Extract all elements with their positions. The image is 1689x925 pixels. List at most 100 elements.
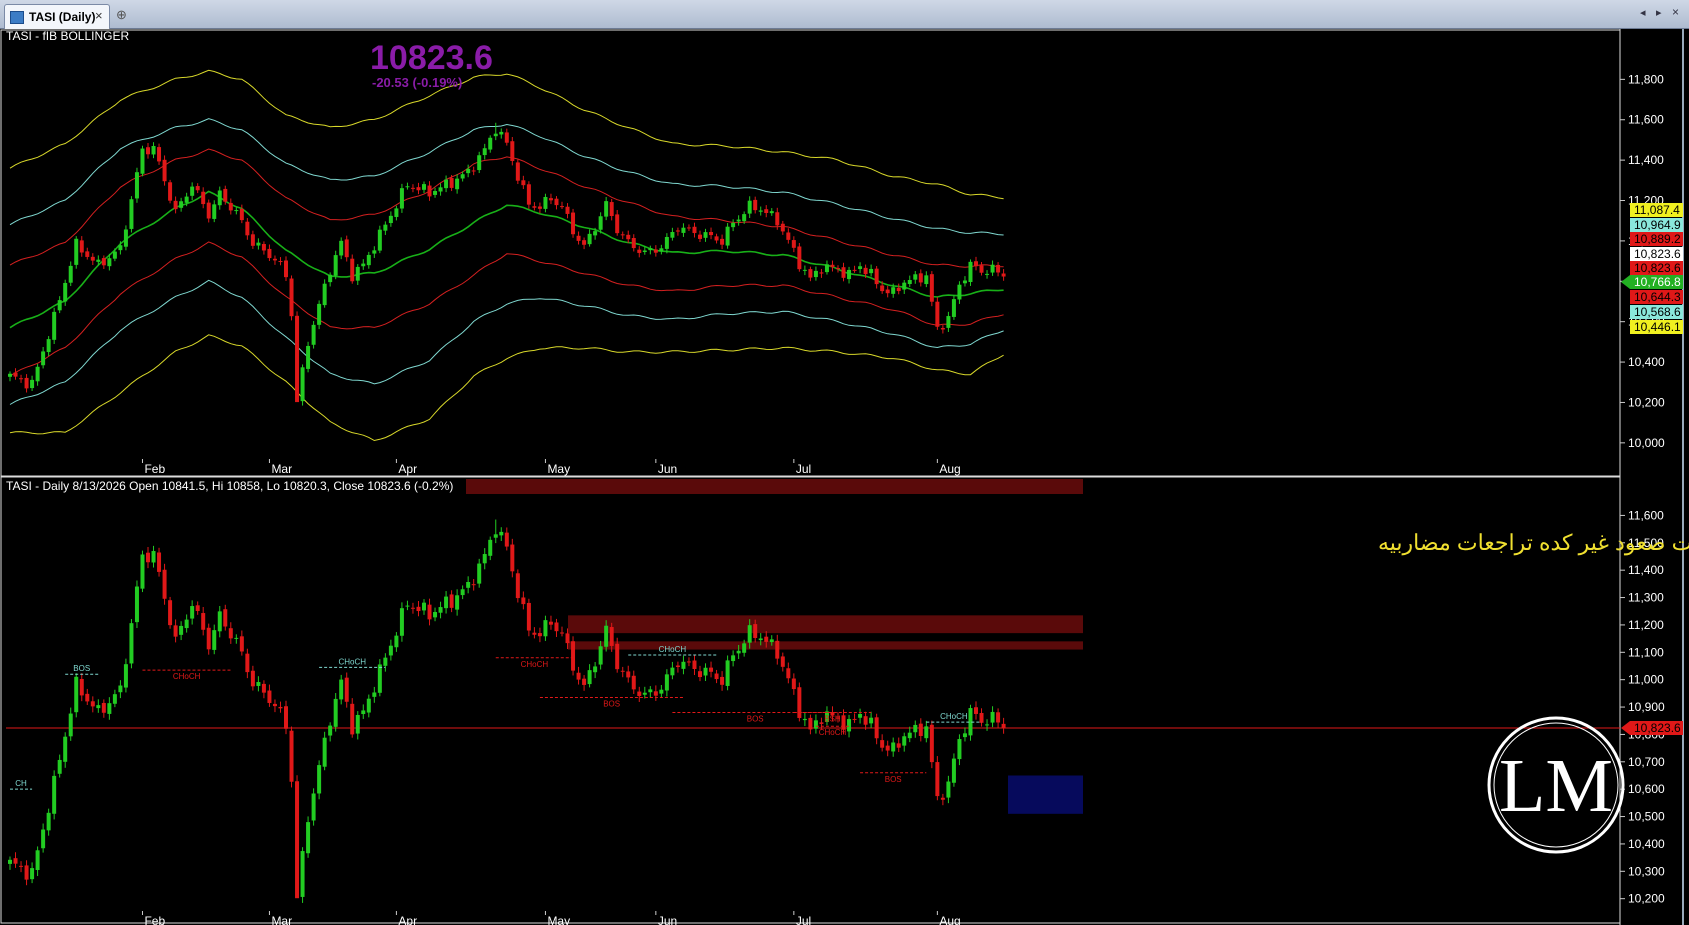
top-candle [256, 242, 261, 246]
top-candle [195, 186, 200, 191]
chart-canvas[interactable]: 11,80011,60011,40011,20011,00010,80010,6… [0, 29, 1689, 925]
top-candle [68, 265, 73, 283]
top-candle [383, 224, 388, 231]
bottom-candle [907, 732, 912, 739]
top-candle [560, 206, 564, 208]
top-candle [455, 178, 460, 190]
top-candle [521, 180, 526, 186]
bottom-candle [444, 596, 449, 609]
bottom-candle [477, 563, 482, 584]
top-candle [913, 274, 918, 280]
bottom-candle [162, 569, 167, 599]
bottom-candle [90, 701, 95, 707]
top-candle [261, 244, 266, 251]
top-candle [764, 209, 769, 213]
bottom-candle [212, 630, 217, 650]
band-value-tag: 10,766.8 [1634, 275, 1681, 289]
bottom-candle [24, 865, 29, 880]
bottom-candle [168, 600, 173, 626]
top-candle [234, 210, 239, 212]
structure-label: CHoCH [521, 660, 549, 669]
scroll-left-icon[interactable]: ◂ [1640, 6, 1646, 19]
top-candle [675, 230, 680, 232]
top-candle [134, 172, 139, 199]
big-price: 10823.6 [370, 39, 493, 77]
bottom-x-tick-label: May [547, 914, 570, 925]
bottom-candle [422, 602, 426, 611]
top-candle [686, 227, 691, 229]
top-candle [515, 162, 520, 181]
top-candle [979, 265, 984, 273]
top-candle [565, 206, 570, 214]
bottom-candle [929, 724, 934, 763]
bottom-candle [858, 714, 863, 718]
top-candle [267, 248, 272, 259]
top-candle [554, 198, 559, 206]
bottom-candle [675, 665, 680, 668]
chart-tab[interactable]: TASI (Daily) × [4, 4, 110, 29]
top-candle [692, 226, 697, 234]
bottom-y-tick-label: 11,600 [1628, 508, 1664, 522]
bottom-candle [377, 664, 382, 693]
bottom-candle [278, 706, 283, 709]
top-x-tick-label: Jun [658, 462, 677, 476]
bottom-candle [267, 690, 272, 703]
top-candle [322, 283, 327, 306]
bottom-candle [466, 582, 471, 588]
top-candle [179, 201, 184, 208]
bottom-candle [30, 868, 35, 880]
top-candle [35, 366, 40, 382]
top-candle [438, 187, 443, 192]
bottom-candle [918, 723, 923, 736]
top-candle [609, 202, 614, 217]
band-value-tag: 10,644.3 [1634, 290, 1681, 304]
band-value-tag: 10,446.1 [1634, 320, 1681, 334]
bottom-candle [957, 739, 962, 760]
bottom-y-tick-label: 10,500 [1628, 810, 1665, 824]
bottom-candle [234, 637, 239, 639]
bottom-candle [272, 703, 277, 707]
bottom-candle [107, 703, 112, 714]
top-candle [504, 132, 509, 143]
bottom-candle [146, 552, 150, 563]
top-candle [272, 258, 277, 261]
top-x-tick-label: Mar [271, 462, 292, 476]
top-candle [311, 324, 316, 345]
top-candle [460, 174, 465, 179]
top-candle [786, 232, 791, 240]
close-window-icon[interactable]: × [1672, 5, 1679, 19]
structure-label: CHoCH [819, 728, 847, 737]
bottom-candle [355, 714, 360, 734]
top-candle [880, 285, 885, 292]
top-panel-title: TASI - fIB BOLLINGER [6, 29, 129, 43]
bottom-candle [256, 682, 261, 686]
bottom-candle [598, 646, 603, 665]
top-candle [891, 287, 896, 294]
top-candle [996, 264, 1001, 273]
bottom-candle [399, 608, 404, 636]
structure-label: CHoCH [173, 672, 201, 681]
bottom-candle [808, 717, 813, 730]
bottom-candle [951, 758, 956, 783]
bottom-candle [79, 678, 84, 696]
bottom-candle [394, 635, 399, 648]
bottom-candle [449, 594, 454, 608]
close-icon[interactable]: × [95, 8, 103, 23]
top-candle [250, 234, 255, 246]
bottom-candle [791, 678, 796, 690]
bottom-y-tick-label: 10,600 [1628, 782, 1665, 796]
top-candle [725, 226, 730, 246]
top-x-tick-label: Aug [939, 462, 960, 476]
top-candle [929, 274, 934, 302]
top-candle [333, 255, 338, 276]
top-candle [620, 234, 625, 236]
top-candle [433, 190, 438, 195]
top-candle [405, 186, 410, 188]
top-candle [946, 316, 951, 328]
new-tab-icon[interactable]: ⊕ [116, 7, 127, 23]
top-candle [659, 248, 664, 252]
top-y-tick-label: 10,400 [1628, 355, 1665, 369]
top-candle [918, 273, 923, 283]
scroll-right-icon[interactable]: ▸ [1656, 6, 1662, 19]
structure-label: BOS [603, 699, 620, 708]
